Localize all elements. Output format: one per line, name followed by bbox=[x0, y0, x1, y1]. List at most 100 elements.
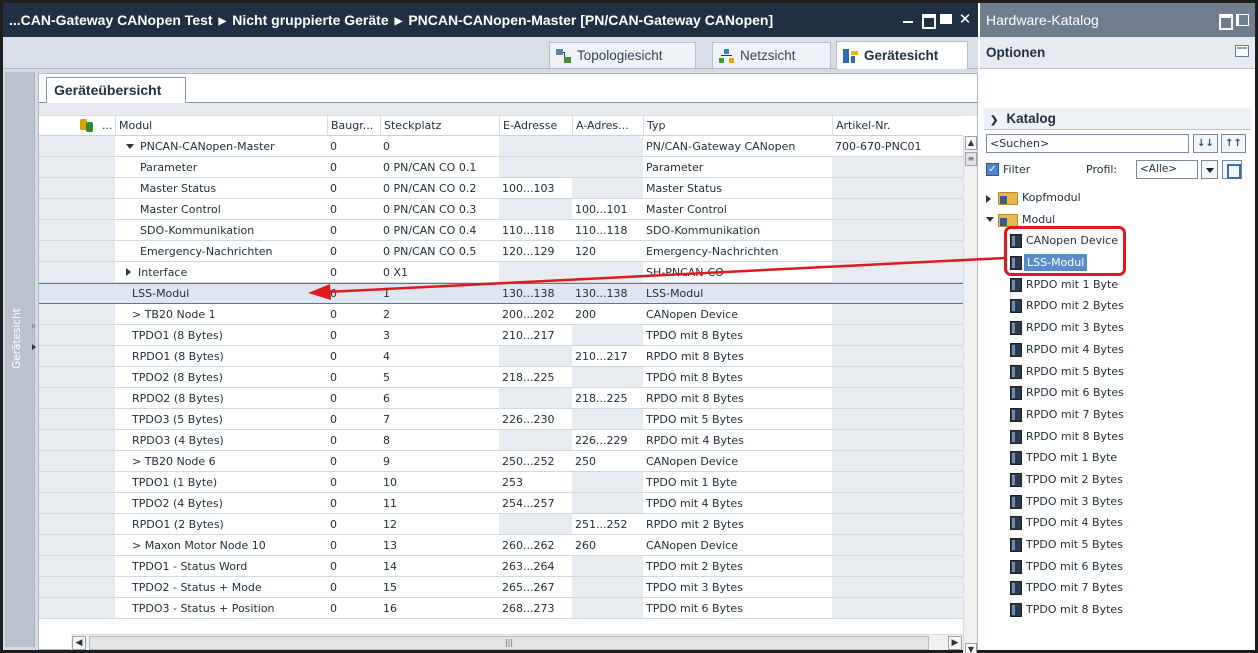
tree-folder-kopfmodul[interactable]: Kopfmodul bbox=[986, 187, 1251, 209]
column-header-modul[interactable]: Modul bbox=[115, 116, 327, 136]
table-row[interactable]: TPDO2 - Status + Mode 0 15 265...267 TPDO mi… bbox=[39, 577, 963, 598]
catalog-search-input[interactable]: <Suchen> bbox=[986, 134, 1189, 153]
table-row[interactable]: > TB20 Node 6 0 9 250...252 250 CANopen Devic… bbox=[39, 451, 963, 472]
catalog-item[interactable]: RPDO mit 2 Bytes bbox=[986, 295, 1251, 317]
catalog-item[interactable]: RPDO mit 8 Bytes bbox=[986, 426, 1251, 448]
options-section[interactable]: Optionen bbox=[980, 37, 1255, 69]
breadcrumb-project[interactable]: ...CAN-Gateway CANopen Test bbox=[9, 3, 213, 37]
close-icon[interactable]: ✕ bbox=[958, 12, 972, 27]
table-row[interactable]: RPDO3 (4 Bytes) 0 8 226...229 RPDO mit 4 Byt… bbox=[39, 430, 963, 451]
table-row[interactable]: TPDO3 (5 Bytes) 0 7 226...230 TPDO mit 5 Byt… bbox=[39, 409, 963, 430]
column-header-dots[interactable]: ... bbox=[99, 116, 113, 136]
table-row[interactable]: Master Control 0 0 PN/CAN CO 0.3 100...101 M… bbox=[39, 199, 963, 220]
column-header-typ[interactable]: Typ bbox=[643, 116, 832, 136]
table-row[interactable]: SDO-Kommunikation 0 0 PN/CAN CO 0.4 110...1… bbox=[39, 220, 963, 241]
catalog-item[interactable]: LSS-Modul bbox=[986, 252, 1251, 274]
catalog-item[interactable]: RPDO mit 6 Bytes bbox=[986, 382, 1251, 404]
scroll-thumb[interactable]: ≡ bbox=[965, 152, 977, 166]
dropdown-arrow-icon[interactable] bbox=[1201, 160, 1218, 179]
column-header-baugruppe[interactable]: Baugr... bbox=[327, 116, 380, 136]
table-row[interactable]: RPDO1 (8 Bytes) 0 4 210...217 RPDO mit 8 Byt… bbox=[39, 346, 963, 367]
tree-folder-modul[interactable]: Modul bbox=[986, 209, 1251, 231]
catalog-item[interactable]: CANopen Device bbox=[986, 230, 1251, 252]
catalog-item[interactable]: TPDO mit 4 Bytes bbox=[986, 512, 1251, 534]
row-gutter bbox=[93, 451, 115, 472]
minimize-icon[interactable] bbox=[901, 12, 915, 26]
catalog-item[interactable]: TPDO mit 2 Bytes bbox=[986, 469, 1251, 491]
cell-eaddr: 120...129 bbox=[502, 245, 555, 258]
breadcrumb-group[interactable]: Nicht gruppierte Geräte bbox=[232, 3, 388, 37]
scroll-down-icon[interactable]: ▼ bbox=[965, 643, 977, 653]
catalog-item-label: TPDO mit 2 Bytes bbox=[1026, 472, 1123, 486]
breadcrumb-device[interactable]: PNCAN-CANopen-Master [PN/CAN-Gateway CAN… bbox=[408, 3, 773, 37]
scroll-up-icon[interactable]: ▲ bbox=[965, 136, 977, 150]
katalog-section-header[interactable]: ❯ Katalog bbox=[984, 108, 1251, 130]
table-row[interactable]: > Maxon Motor Node 10 0 13 260...262 260 CANo… bbox=[39, 535, 963, 556]
horizontal-scrollbar[interactable]: ◀ ||| ▶ bbox=[71, 634, 963, 650]
pane-layout-icon[interactable] bbox=[1219, 14, 1249, 30]
table-row[interactable]: TPDO2 (4 Bytes) 0 11 254...257 TPDO mit 4 By… bbox=[39, 493, 963, 514]
catalog-item[interactable]: TPDO mit 3 Bytes bbox=[986, 491, 1251, 513]
table-row[interactable]: TPDO2 (8 Bytes) 0 5 218...225 TPDO mit 8 Byt… bbox=[39, 367, 963, 388]
maximize-icon[interactable] bbox=[939, 12, 953, 26]
catalog-item[interactable]: RPDO mit 1 Byte bbox=[986, 274, 1251, 296]
scroll-thumb-horizontal[interactable]: ||| bbox=[89, 636, 929, 650]
catalog-item[interactable]: RPDO mit 4 Bytes bbox=[986, 339, 1251, 361]
scroll-right-icon[interactable]: ▶ bbox=[948, 636, 962, 650]
tab-geraetesicht[interactable]: Gerätesicht bbox=[836, 41, 968, 69]
table-row[interactable]: Master Status 0 0 PN/CAN CO 0.2 100...103 Ma… bbox=[39, 178, 963, 199]
expand-down-icon[interactable] bbox=[986, 216, 994, 222]
table-row[interactable]: RPDO2 (8 Bytes) 0 6 218...225 RPDO mit 8 Byt… bbox=[39, 388, 963, 409]
float-window-icon[interactable] bbox=[920, 12, 936, 29]
table-row[interactable]: TPDO1 - Status Word 0 14 263...264 TPDO mit … bbox=[39, 556, 963, 577]
column-header-e-adresse[interactable]: E-Adresse bbox=[499, 116, 572, 136]
table-row[interactable]: TPDO1 (8 Bytes) 0 3 210...217 TPDO mit 8 Byt… bbox=[39, 325, 963, 346]
expand-arrow-icon[interactable] bbox=[32, 344, 36, 350]
table-row[interactable]: Interface 0 0 X1 SH-PNCAN-CO bbox=[39, 262, 963, 283]
table-row[interactable]: LSS-Modul 0 1 130...138 130...138 LSS-Modul bbox=[39, 283, 963, 304]
expand-down-icon[interactable] bbox=[126, 144, 134, 149]
catalog-item-label: RPDO mit 4 Bytes bbox=[1026, 342, 1124, 356]
catalog-item[interactable]: TPDO mit 1 Byte bbox=[986, 447, 1251, 469]
search-down-icon[interactable]: ↓↓ bbox=[1193, 134, 1218, 153]
row-gutter bbox=[71, 514, 93, 535]
catalog-item[interactable]: TPDO mit 5 Bytes bbox=[986, 534, 1251, 556]
profil-select[interactable]: <Alle> bbox=[1136, 160, 1198, 179]
table-row[interactable]: Parameter 0 0 PN/CAN CO 0.1 Parameter bbox=[39, 157, 963, 178]
scroll-left-icon[interactable]: ◀ bbox=[72, 636, 86, 650]
table-row[interactable]: TPDO1 (1 Byte) 0 10 253 TPDO mit 1 Byte bbox=[39, 472, 963, 493]
filter-checkbox[interactable]: ✓ bbox=[986, 163, 999, 176]
table-row[interactable]: RPDO1 (2 Bytes) 0 12 251...252 RPDO mit 2 By… bbox=[39, 514, 963, 535]
catalog-item[interactable]: RPDO mit 5 Bytes bbox=[986, 361, 1251, 383]
catalog-item[interactable]: TPDO mit 6 Bytes bbox=[986, 556, 1251, 578]
cell-modul: Parameter bbox=[140, 161, 198, 174]
column-header-steckplatz[interactable]: Steckplatz bbox=[380, 116, 499, 136]
table-row[interactable]: Emergency-Nachrichten 0 0 PN/CAN CO 0.5 120… bbox=[39, 241, 963, 262]
collapse-arrow-icon[interactable] bbox=[32, 323, 36, 329]
catalog-item[interactable]: RPDO mit 7 Bytes bbox=[986, 404, 1251, 426]
device-view-sidebar[interactable]: Gerätesicht bbox=[3, 69, 36, 650]
table-cell bbox=[575, 136, 643, 157]
options-toggle-icon[interactable] bbox=[1235, 45, 1249, 57]
search-up-icon[interactable]: ↑↑ bbox=[1221, 134, 1246, 153]
table-row[interactable]: TPDO3 - Status + Position 0 16 268...273 TPD… bbox=[39, 598, 963, 619]
expand-right-icon[interactable] bbox=[126, 268, 131, 276]
table-row[interactable]: > TB20 Node 1 0 2 200...202 200 CANopen Devic… bbox=[39, 304, 963, 325]
table-cell: 0 bbox=[330, 409, 380, 430]
tab-netzsicht[interactable]: Netzsicht bbox=[712, 42, 831, 68]
catalog-item[interactable]: TPDO mit 7 Bytes bbox=[986, 577, 1251, 599]
table-cell bbox=[835, 241, 963, 262]
vertical-scrollbar[interactable]: ▲ ≡ ▼ bbox=[963, 136, 977, 653]
catalog-item[interactable]: TPDO mit 8 Bytes bbox=[986, 599, 1251, 621]
catalog-item[interactable]: RPDO mit 3 Bytes bbox=[986, 317, 1251, 339]
table-cell bbox=[835, 178, 963, 199]
expand-right-icon[interactable] bbox=[986, 195, 991, 203]
cell-modul: TPDO3 - Status + Position bbox=[132, 602, 275, 615]
column-header-a-adresse[interactable]: A-Adres... bbox=[572, 116, 643, 136]
tab-geraeteuebersicht[interactable]: Geräteübersicht bbox=[46, 77, 186, 103]
row-gutter bbox=[93, 409, 115, 430]
table-row[interactable]: PNCAN-CANopen-Master 0 0 PN/CAN-Gateway CAN… bbox=[39, 136, 963, 157]
profil-settings-icon[interactable] bbox=[1222, 160, 1242, 179]
tab-topologiesicht[interactable]: Topologiesicht bbox=[549, 42, 696, 68]
column-header-artikel-nr[interactable]: Artikel-Nr. bbox=[832, 116, 963, 136]
